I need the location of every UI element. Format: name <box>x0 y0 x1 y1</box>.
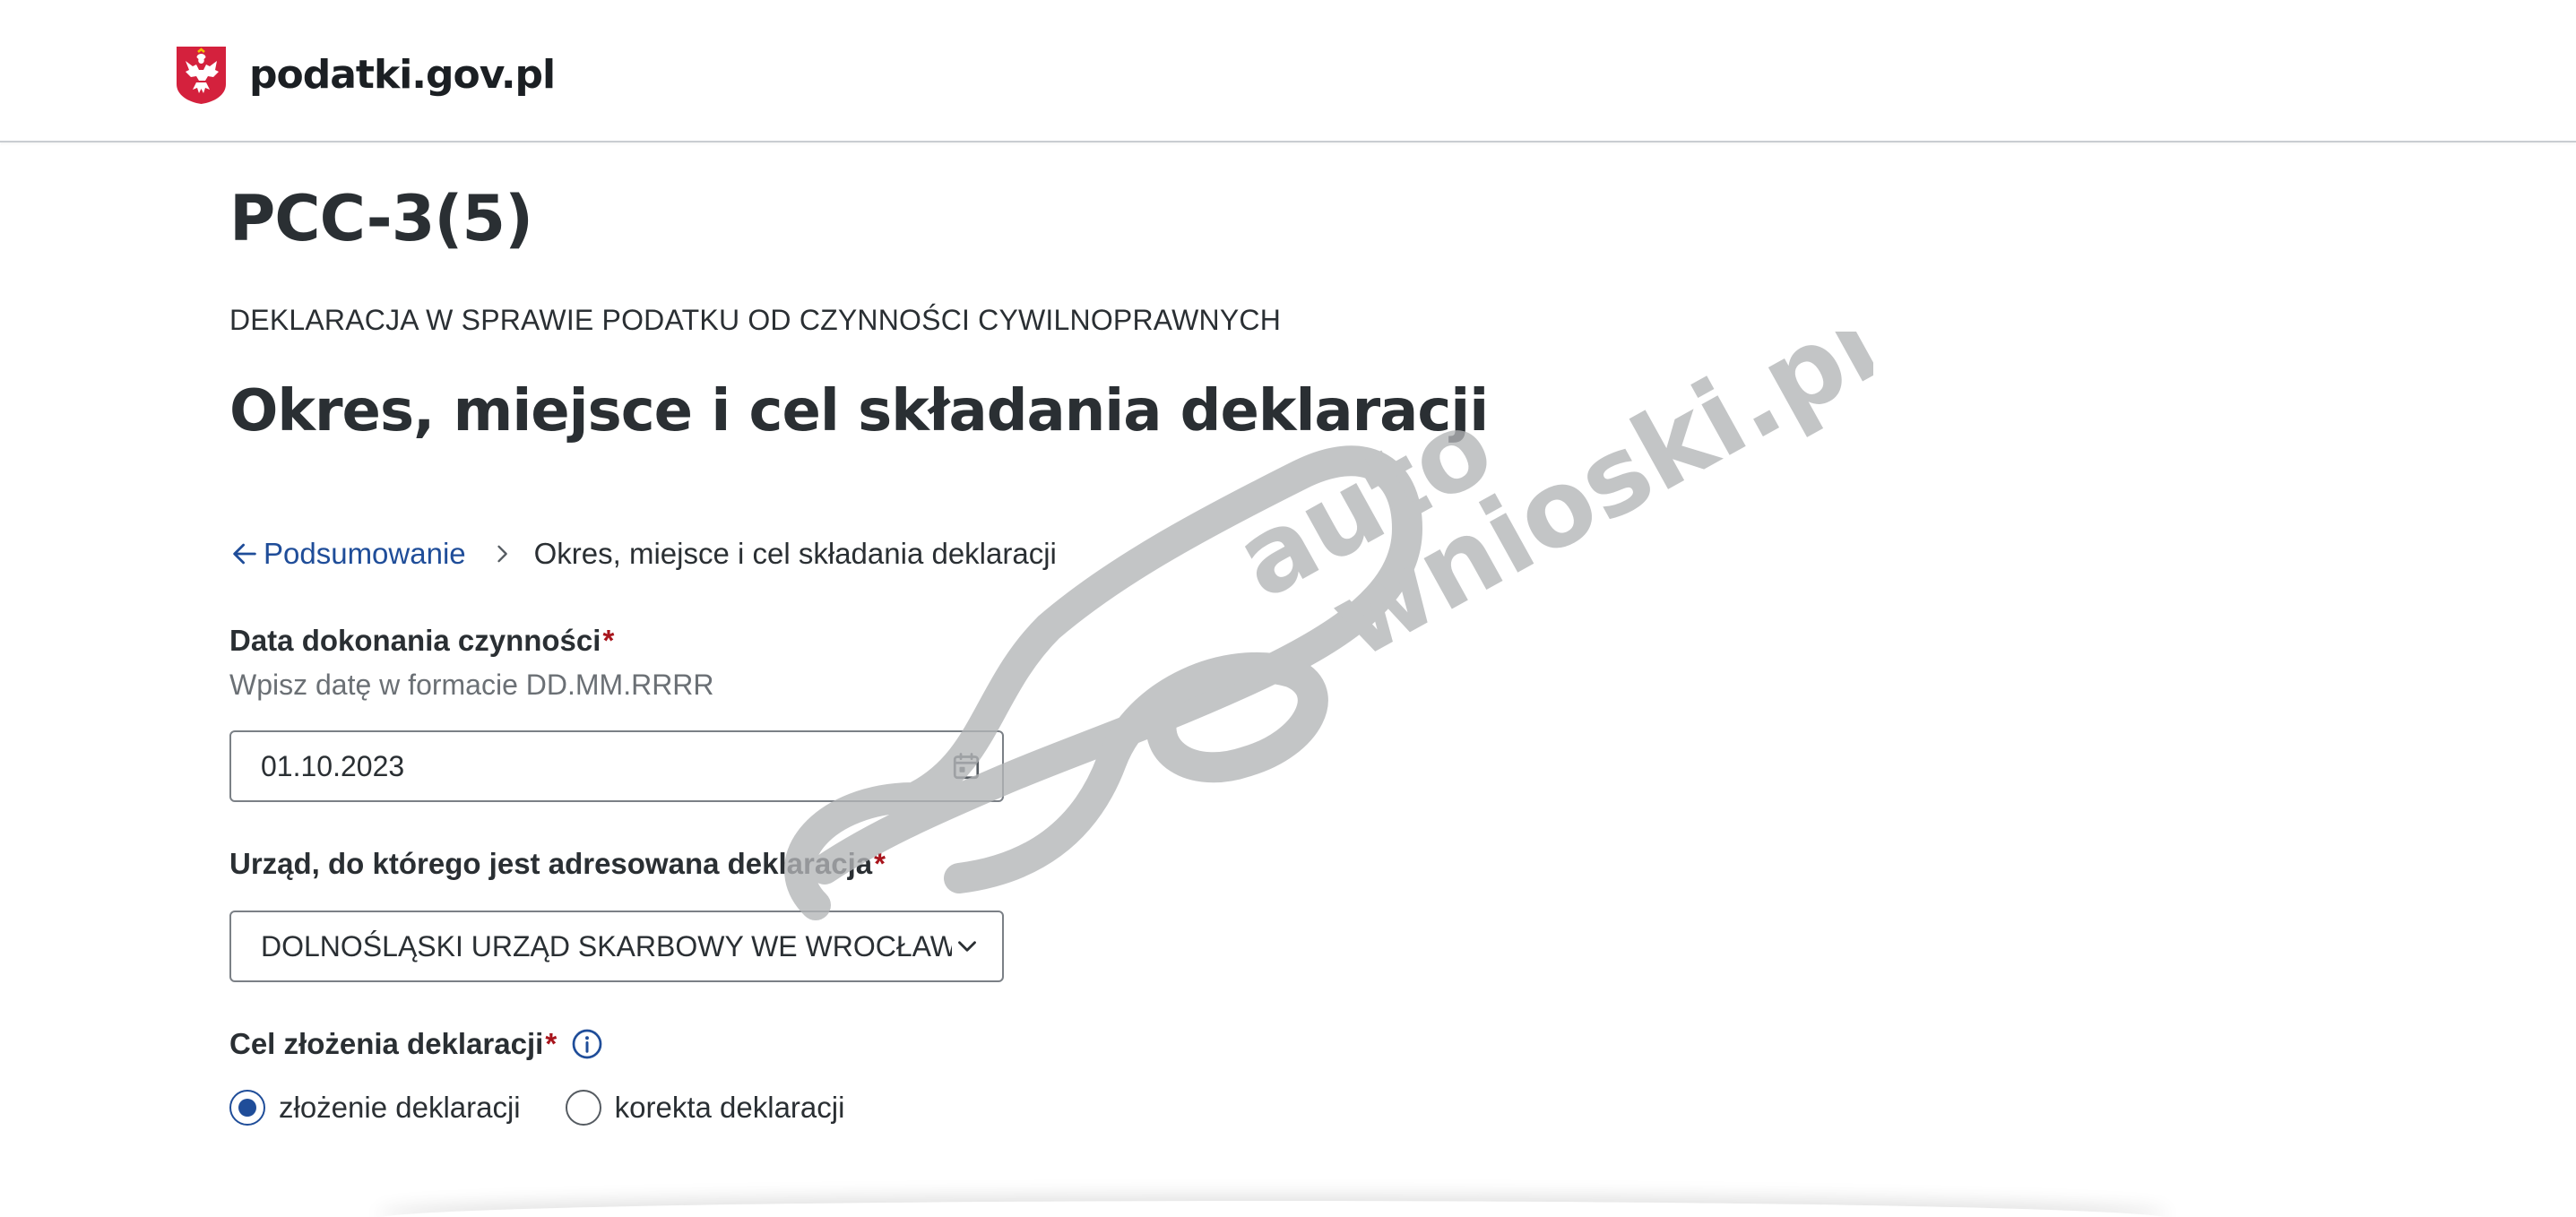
office-field-label: Urząd, do którego jest adresowana deklar… <box>229 847 886 881</box>
form-subtitle: DEKLARACJA W SPRAWIE PODATKU OD CZYNNOŚC… <box>229 304 1282 336</box>
chevron-right-icon <box>489 541 514 566</box>
breadcrumb: Podsumowanie Okres, miejsce i cel składa… <box>229 537 1057 571</box>
radio-button[interactable] <box>565 1090 601 1126</box>
site-logo-link[interactable]: podatki.gov.pl <box>175 45 556 106</box>
required-mark: * <box>874 847 886 880</box>
arrow-left-icon <box>233 543 256 565</box>
footer-shadow <box>376 1201 2169 1217</box>
calendar-icon[interactable] <box>950 750 982 782</box>
date-input-value: 01.10.2023 <box>261 749 405 782</box>
logo-text: podatki.gov.pl <box>249 52 556 98</box>
section-title: Okres, miejsce i cel składania deklaracj… <box>229 378 1489 445</box>
site-header: podatki.gov.pl <box>0 0 2576 142</box>
chevron-down-icon[interactable] <box>952 931 982 962</box>
date-field-label: Data dokonania czynności * <box>229 624 614 658</box>
form-code-title: PCC-3(5) <box>229 182 533 255</box>
radio-option-korekta[interactable]: korekta deklaracji <box>565 1090 845 1126</box>
white-eagle-emblem-icon <box>177 47 226 104</box>
breadcrumb-back-label: Podsumowanie <box>264 537 466 570</box>
date-label-text: Data dokonania czynności <box>229 624 601 657</box>
purpose-field-label: Cel złożenia deklaracji * <box>229 1027 603 1061</box>
purpose-radio-group: złożenie deklaracji korekta deklaracji <box>229 1090 889 1126</box>
office-select[interactable]: DOLNOŚLĄSKI URZĄD SKARBOWY WE WROCŁAWIU <box>229 911 1004 982</box>
radio-label: korekta deklaracji <box>614 1091 845 1124</box>
date-field-hint: Wpisz datę w formacie DD.MM.RRRR <box>229 669 714 701</box>
date-input[interactable]: 01.10.2023 <box>229 730 1004 802</box>
breadcrumb-current: Okres, miejsce i cel składania deklaracj… <box>533 537 1057 570</box>
purpose-label-text: Cel złożenia deklaracji <box>229 1027 544 1060</box>
office-label-text: Urząd, do którego jest adresowana deklar… <box>229 847 873 880</box>
info-icon[interactable] <box>571 1028 603 1060</box>
radio-option-zlozenie[interactable]: złożenie deklaracji <box>229 1090 521 1126</box>
office-select-value: DOLNOŚLĄSKI URZĄD SKARBOWY WE WROCŁAWIU <box>261 929 952 962</box>
required-mark: * <box>545 1027 558 1060</box>
breadcrumb-back-link[interactable]: Podsumowanie <box>229 537 466 571</box>
required-mark: * <box>602 624 615 657</box>
radio-button-checked[interactable] <box>229 1090 265 1126</box>
radio-label: złożenie deklaracji <box>279 1091 521 1124</box>
